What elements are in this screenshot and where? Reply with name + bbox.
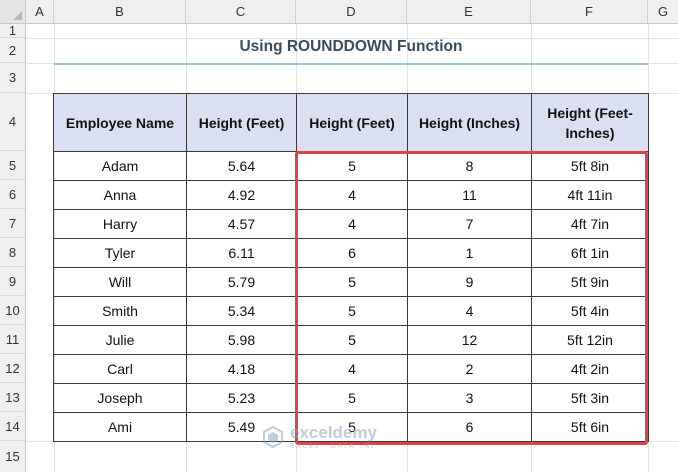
row-header-9[interactable]: 9 (0, 267, 25, 296)
row-header-7[interactable]: 7 (0, 209, 25, 238)
row-header-4[interactable]: 4 (0, 93, 25, 151)
cell-height-feet[interactable]: 6.11 (186, 238, 297, 268)
cell-height-feet[interactable]: 5.98 (186, 325, 297, 355)
data-table: Employee Name Height (Feet) Height (Feet… (53, 93, 649, 442)
cell-height-feet-rounded[interactable]: 6 (296, 238, 408, 268)
row-header-14[interactable]: 14 (0, 412, 25, 441)
cell-height-feet-rounded[interactable]: 5 (296, 383, 408, 413)
column-header-bar: A B C D E F G (0, 0, 678, 24)
cell-height-feet-rounded[interactable]: 5 (296, 267, 408, 297)
watermark: exceldemy EXCEL · DATA · BI (262, 424, 377, 450)
cell-height-feet-rounded[interactable]: 4 (296, 180, 408, 210)
table-row: Adam 5.64 5 8 5ft 8in (53, 151, 649, 181)
table-row: Joseph 5.23 5 3 5ft 3in (53, 383, 649, 413)
row-header-13[interactable]: 13 (0, 383, 25, 412)
column-header-g[interactable]: G (648, 0, 678, 23)
header-height-feet-rounded[interactable]: Height (Feet) (296, 93, 408, 152)
cell-height-inches[interactable]: 2 (407, 354, 532, 384)
cell-height-feet-rounded[interactable]: 5 (296, 151, 408, 181)
row-header-1[interactable]: 1 (0, 23, 25, 38)
table-row: Julie 5.98 5 12 5ft 12in (53, 325, 649, 355)
cell-height-feet-inches[interactable]: 4ft 7in (531, 209, 649, 239)
cell-employee-name[interactable]: Ami (53, 412, 187, 442)
cell-height-inches[interactable]: 1 (407, 238, 532, 268)
table-row: Will 5.79 5 9 5ft 9in (53, 267, 649, 297)
cell-height-feet-inches[interactable]: 6ft 1in (531, 238, 649, 268)
cell-height-feet[interactable]: 4.92 (186, 180, 297, 210)
cell-employee-name[interactable]: Julie (53, 325, 187, 355)
cell-height-feet-inches[interactable]: 5ft 9in (531, 267, 649, 297)
column-header-a[interactable]: A (26, 0, 54, 23)
cell-height-inches[interactable]: 7 (407, 209, 532, 239)
table-header-row: Employee Name Height (Feet) Height (Feet… (53, 93, 649, 152)
cell-height-feet[interactable]: 4.18 (186, 354, 297, 384)
cell-height-inches[interactable]: 4 (407, 296, 532, 326)
cell-height-feet[interactable]: 5.64 (186, 151, 297, 181)
column-header-c[interactable]: C (186, 0, 296, 23)
cell-height-feet-rounded[interactable]: 5 (296, 296, 408, 326)
table-row: Carl 4.18 4 2 4ft 2in (53, 354, 649, 384)
header-height-inches[interactable]: Height (Inches) (407, 93, 532, 152)
cell-height-inches[interactable]: 11 (407, 180, 532, 210)
row-header-3[interactable]: 3 (0, 63, 25, 93)
row-header-12[interactable]: 12 (0, 354, 25, 383)
cell-height-inches[interactable]: 3 (407, 383, 532, 413)
row-header-5[interactable]: 5 (0, 151, 25, 180)
cell-employee-name[interactable]: Will (53, 267, 187, 297)
column-header-d[interactable]: D (296, 0, 407, 23)
table-row: Tyler 6.11 6 1 6ft 1in (53, 238, 649, 268)
row-header-15[interactable]: 15 (0, 441, 25, 472)
select-all-corner[interactable] (0, 0, 26, 23)
row-header-6[interactable]: 6 (0, 180, 25, 209)
cell-height-feet-inches[interactable]: 5ft 12in (531, 325, 649, 355)
column-header-e[interactable]: E (407, 0, 531, 23)
cell-height-feet-inches[interactable]: 5ft 4in (531, 296, 649, 326)
header-height-feet-inches[interactable]: Height (Feet-Inches) (531, 93, 649, 152)
table-row: Harry 4.57 4 7 4ft 7in (53, 209, 649, 239)
header-employee-name[interactable]: Employee Name (53, 93, 187, 152)
row-header-11[interactable]: 11 (0, 325, 25, 354)
cell-height-inches[interactable]: 12 (407, 325, 532, 355)
row-header-8[interactable]: 8 (0, 238, 25, 267)
table-row: Anna 4.92 4 11 4ft 11in (53, 180, 649, 210)
cell-employee-name[interactable]: Tyler (53, 238, 187, 268)
cell-height-feet[interactable]: 4.57 (186, 209, 297, 239)
cell-employee-name[interactable]: Smith (53, 296, 187, 326)
cell-height-feet-inches[interactable]: 5ft 3in (531, 383, 649, 413)
column-header-f[interactable]: F (531, 0, 648, 23)
title-underline (54, 63, 648, 65)
cell-employee-name[interactable]: Adam (53, 151, 187, 181)
cell-height-feet[interactable]: 5.23 (186, 383, 297, 413)
cell-height-feet-inches[interactable]: 5ft 6in (531, 412, 649, 442)
row-header-10[interactable]: 10 (0, 296, 25, 325)
table-row: Smith 5.34 5 4 5ft 4in (53, 296, 649, 326)
cell-height-feet-inches[interactable]: 4ft 11in (531, 180, 649, 210)
column-header-b[interactable]: B (54, 0, 186, 23)
cell-height-feet[interactable]: 5.79 (186, 267, 297, 297)
cell-height-feet-inches[interactable]: 4ft 2in (531, 354, 649, 384)
cell-height-inches[interactable]: 8 (407, 151, 532, 181)
cell-height-feet-inches[interactable]: 5ft 8in (531, 151, 649, 181)
cell-employee-name[interactable]: Anna (53, 180, 187, 210)
cell-height-inches[interactable]: 9 (407, 267, 532, 297)
cell-employee-name[interactable]: Carl (53, 354, 187, 384)
cell-employee-name[interactable]: Joseph (53, 383, 187, 413)
cell-height-feet-rounded[interactable]: 5 (296, 325, 408, 355)
row-header-bar: 1 2 3 4 5 6 7 8 9 10 11 12 13 14 15 (0, 23, 26, 472)
watermark-tagline: EXCEL · DATA · BI (290, 443, 375, 450)
exceldemy-logo-icon (263, 426, 283, 448)
header-height-feet[interactable]: Height (Feet) (186, 93, 297, 152)
cell-height-feet-rounded[interactable]: 4 (296, 354, 408, 384)
cell-height-feet[interactable]: 5.34 (186, 296, 297, 326)
watermark-name: exceldemy (290, 423, 377, 442)
cell-height-feet-rounded[interactable]: 4 (296, 209, 408, 239)
sheet-title[interactable]: Using ROUNDDOWN Function (54, 38, 648, 56)
cell-employee-name[interactable]: Harry (53, 209, 187, 239)
row-header-2[interactable]: 2 (0, 38, 25, 63)
cell-height-inches[interactable]: 6 (407, 412, 532, 442)
